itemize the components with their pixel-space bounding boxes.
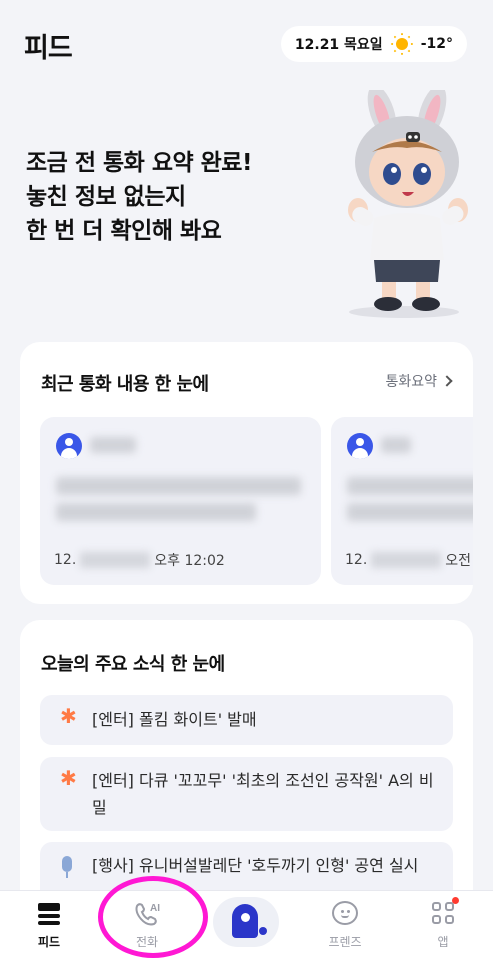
news-item[interactable]: ✱ [엔터] 폴킴 화이트' 발매 bbox=[40, 695, 453, 745]
nav-friends-label: 프렌즈 bbox=[328, 935, 362, 949]
recent-calls-title: 최근 통화 내용 한 눈에 bbox=[41, 374, 209, 395]
blurred-date bbox=[80, 552, 151, 568]
page-title: 피드 bbox=[24, 33, 73, 64]
blurred-summary-line bbox=[347, 477, 473, 495]
adot-logo-dot bbox=[259, 927, 267, 935]
hero-message: 조금 전 통화 요약 완료! 놓친 정보 없는지 한 번 더 확인해 봐요 bbox=[26, 146, 252, 248]
blurred-date bbox=[371, 552, 442, 568]
call-summary-item[interactable]: 12. 오후 12:02 bbox=[40, 417, 321, 585]
apps-grid-icon bbox=[432, 902, 454, 924]
recent-calls-card: 최근 통화 내용 한 눈에 통화요약 12. 오후 12:02 12. 오전 bbox=[20, 342, 473, 604]
hero-line-2: 놓친 정보 없는지 bbox=[26, 184, 186, 210]
call-summary-item[interactable]: 12. 오전 bbox=[331, 417, 473, 585]
nav-adot[interactable] bbox=[206, 891, 286, 960]
call-time: 오후 12:02 bbox=[154, 553, 225, 569]
notification-dot bbox=[452, 897, 459, 904]
blurred-caller-name bbox=[381, 437, 411, 453]
user-avatar-icon bbox=[56, 433, 82, 459]
hero-banner[interactable]: 조금 전 통화 요약 완료! 놓친 정보 없는지 한 번 더 확인해 봐요 bbox=[0, 90, 493, 340]
nav-phone-label: 전화 bbox=[135, 935, 159, 949]
temperature-label: -12° bbox=[420, 36, 453, 52]
adot-logo-eye bbox=[241, 913, 250, 922]
feed-icon bbox=[38, 903, 60, 925]
call-datetime: 12. 오후 12:02 bbox=[54, 550, 225, 570]
weather-widget[interactable]: 12.21 목요일 -12° bbox=[280, 26, 467, 62]
nav-phone[interactable]: AI 전화 bbox=[107, 891, 187, 960]
blurred-summary-line bbox=[347, 503, 473, 521]
asterisk-icon: ✱ bbox=[60, 704, 77, 728]
nav-feed[interactable]: 피드 bbox=[9, 891, 89, 960]
call-date-prefix: 12. bbox=[54, 552, 77, 568]
adot-logo-button bbox=[213, 897, 279, 947]
mascot-character-illustration bbox=[348, 90, 468, 318]
nav-feed-label: 피드 bbox=[37, 935, 61, 949]
hero-line-1: 조금 전 통화 요약 완료! bbox=[26, 150, 252, 176]
hero-line-3: 한 번 더 확인해 봐요 bbox=[26, 218, 222, 244]
news-title: 오늘의 주요 소식 한 눈에 bbox=[41, 654, 225, 675]
call-date-prefix: 12. bbox=[345, 552, 368, 568]
news-item-text: [행사] 유니버설발레단 '호두까기 인형' 공연 실시 bbox=[92, 856, 419, 875]
call-summary-link[interactable]: 통화요약 bbox=[385, 371, 453, 391]
blurred-summary-line bbox=[56, 503, 256, 521]
call-time: 오전 bbox=[445, 553, 472, 569]
user-avatar-icon bbox=[347, 433, 373, 459]
ai-badge-text: AI bbox=[150, 903, 160, 914]
header: 피드 12.21 목요일 -12° bbox=[0, 0, 493, 90]
news-item-text: [엔터] 다큐 '꼬꼬무' '최초의 조선인 공작원' A의 비밀 bbox=[92, 771, 434, 817]
news-item-text: [엔터] 폴킴 화이트' 발매 bbox=[92, 710, 257, 729]
blurred-summary-line bbox=[56, 477, 301, 495]
date-label: 12.21 목요일 bbox=[294, 37, 383, 53]
nav-apps[interactable]: 앱 bbox=[403, 891, 483, 960]
call-summary-carousel[interactable]: 12. 오후 12:02 12. 오전 bbox=[40, 417, 473, 587]
nav-friends[interactable]: 프렌즈 bbox=[305, 891, 385, 960]
microphone-stand bbox=[66, 872, 68, 878]
news-card: 오늘의 주요 소식 한 눈에 ✱ [엔터] 폴킴 화이트' 발매 ✱ [엔터] … bbox=[20, 620, 473, 920]
bottom-navigation: 피드 AI 전화 프렌즈 앱 bbox=[0, 890, 493, 960]
nav-apps-label: 앱 bbox=[437, 935, 449, 949]
blurred-caller-name bbox=[90, 437, 136, 453]
phone-ai-icon: AI bbox=[135, 903, 160, 926]
call-datetime: 12. 오전 bbox=[345, 550, 471, 570]
call-summary-link-label: 통화요약 bbox=[385, 374, 437, 390]
sun-icon bbox=[390, 33, 413, 55]
news-item[interactable]: ✱ [엔터] 다큐 '꼬꼬무' '최초의 조선인 공작원' A의 비밀 bbox=[40, 757, 453, 831]
asterisk-icon: ✱ bbox=[60, 766, 77, 790]
chat-face-icon bbox=[332, 901, 358, 925]
chevron-right-icon bbox=[441, 375, 453, 387]
microphone-icon bbox=[62, 856, 72, 872]
